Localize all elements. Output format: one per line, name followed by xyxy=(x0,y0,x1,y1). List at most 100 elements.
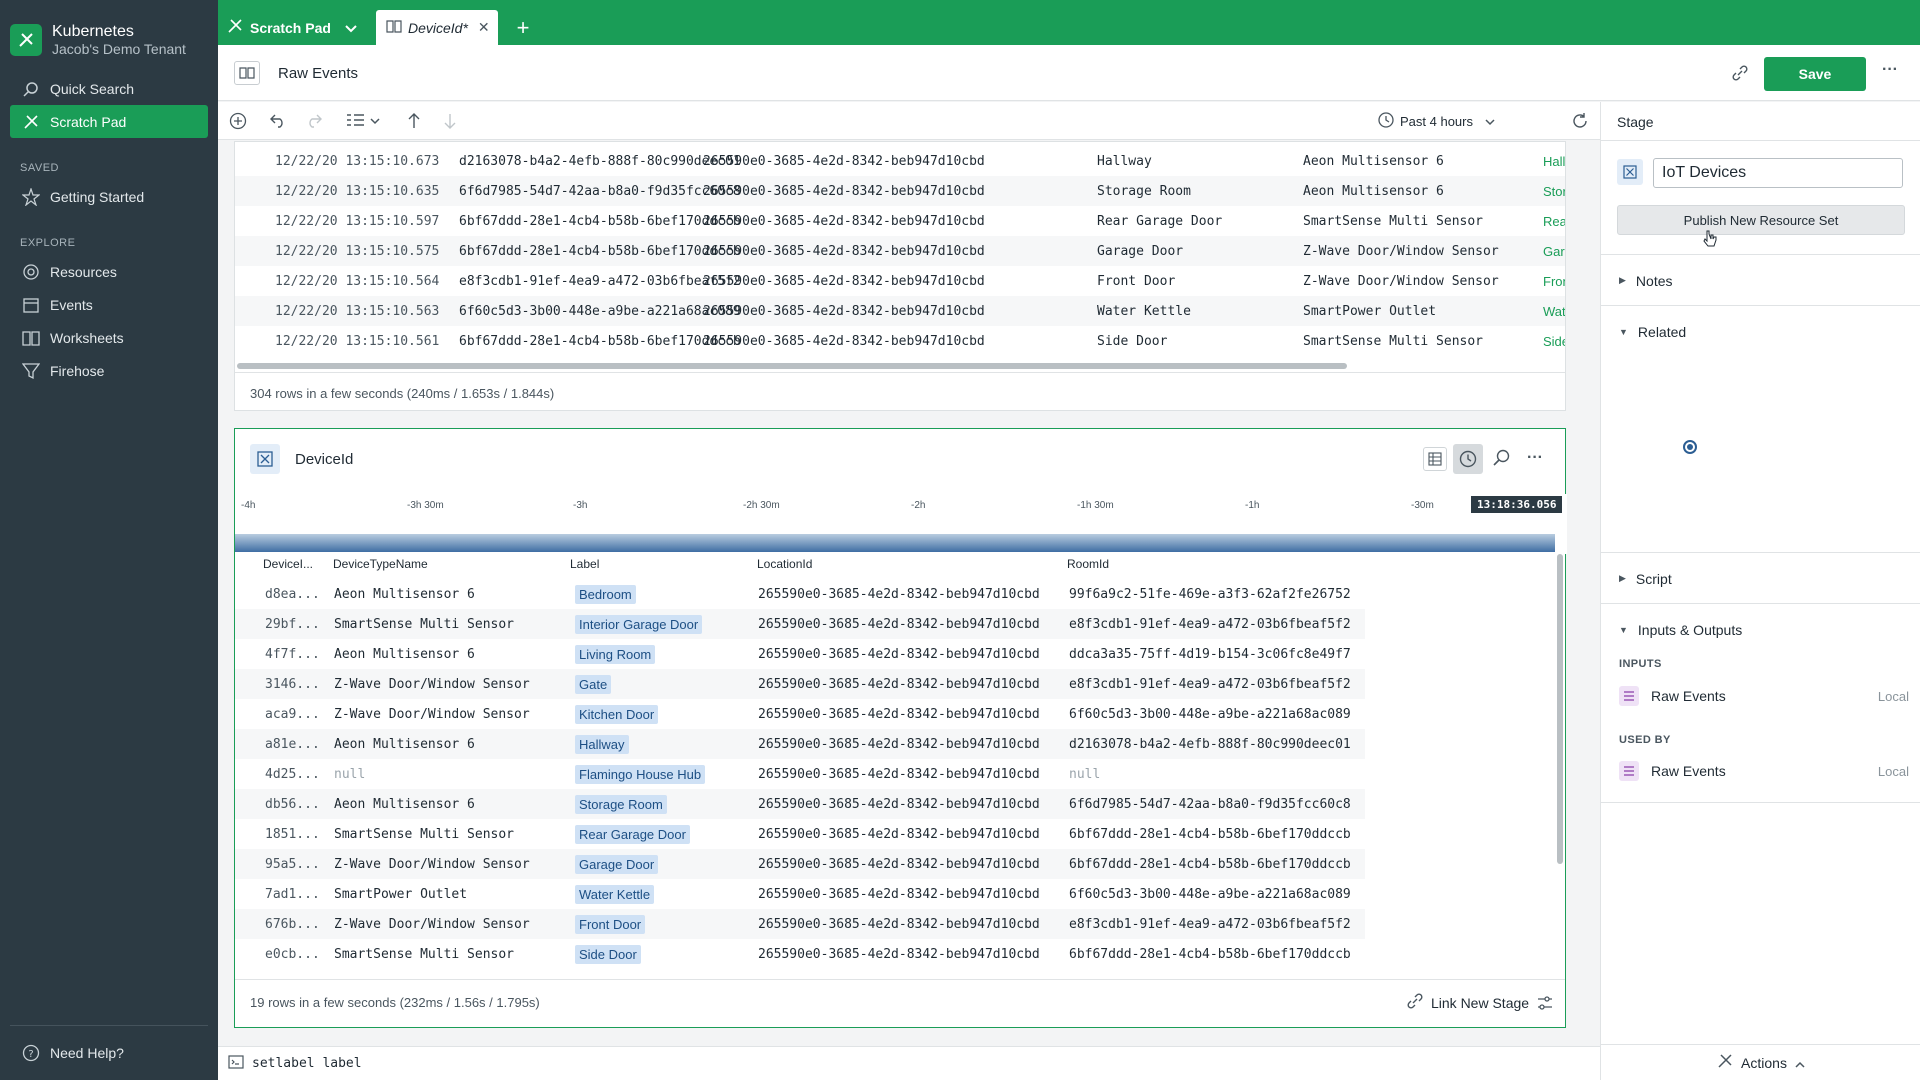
tab-deviceid[interactable]: DeviceId* ✕ xyxy=(376,10,498,45)
search-icon[interactable] xyxy=(1493,449,1511,470)
table-row[interactable]: 1851... SmartSense Multi Sensor Rear Garag… xyxy=(235,819,1365,849)
table-cell: Z-Wave Door/Window Sensor xyxy=(1303,273,1499,289)
actions-label: Actions xyxy=(1741,1054,1787,1071)
table-row[interactable]: 12/22/20 13:15:10.561 6bf67ddd-28e1-4cb4-… xyxy=(235,326,1565,356)
nav-quick-search[interactable]: Quick Search xyxy=(10,72,208,105)
table-cell: Storage Room xyxy=(1097,183,1191,199)
tab-scratch-pad[interactable]: Scratch Pad xyxy=(218,10,373,45)
script-section[interactable]: ▶ Script xyxy=(1601,552,1920,604)
chevron-down-icon xyxy=(1485,114,1495,129)
layout-menu-icon[interactable] xyxy=(344,111,384,131)
table-cell: e8f3cdb1-91ef-4ea9-a472-03b6fbeaf5f2 xyxy=(1069,916,1351,932)
table-row[interactable]: 676b... Z-Wave Door/Window Sensor Front Do… xyxy=(235,909,1365,939)
table-row[interactable]: 12/22/20 13:15:10.635 6f6d7985-54d7-42aa-… xyxy=(235,176,1565,206)
table-cell: 6bf67ddd-28e1-4cb4-b58b-6bef170ddccb xyxy=(1069,826,1351,842)
link-icon[interactable] xyxy=(1732,65,1748,84)
refresh-icon[interactable] xyxy=(1570,111,1590,131)
io-section[interactable]: ▼ Inputs & Outputs xyxy=(1601,603,1920,655)
table-row[interactable]: 3146... Z-Wave Door/Window Sensor Gate 2655… xyxy=(235,669,1365,699)
table-cell: 12/22/20 13:15:10.673 xyxy=(275,153,440,169)
table-cell: Aeon Multisensor 6 xyxy=(1303,183,1444,199)
close-icon[interactable]: ✕ xyxy=(478,19,490,36)
table-cell: Z-Wave Door/Window Sensor xyxy=(334,676,530,692)
table-cell: Z-Wave Door/Window Sensor xyxy=(334,856,530,872)
sliders-icon[interactable] xyxy=(1537,995,1553,1014)
undo-icon[interactable] xyxy=(268,111,288,131)
table-row[interactable]: d8ea... Aeon Multisensor 6 Bedroom 265590e0… xyxy=(235,579,1365,609)
table-cell: SmartSense Multi Sensor xyxy=(334,946,515,962)
link-icon xyxy=(1407,993,1423,1012)
table-row[interactable]: a81e... Aeon Multisensor 6 Hallway 265590e0… xyxy=(235,729,1365,759)
arrow-up-icon[interactable] xyxy=(404,111,424,131)
table-row[interactable]: 12/22/20 13:15:10.575 6bf67ddd-28e1-4cb4-… xyxy=(235,236,1565,266)
help-button[interactable]: ? Need Help? xyxy=(10,1036,208,1069)
nav-scratch-pad[interactable]: Scratch Pad xyxy=(10,105,208,138)
table-row[interactable]: 12/22/20 13:15:10.563 6f60c5d3-3b00-448e-… xyxy=(235,296,1565,326)
table-row[interactable]: 29bf... SmartSense Multi Sensor Interior G… xyxy=(235,609,1365,639)
vertical-scrollbar[interactable] xyxy=(1557,554,1563,864)
link-new-stage-button[interactable]: Link New Stage xyxy=(1407,993,1529,1012)
toolbar: Past 4 hours xyxy=(218,102,1600,140)
table-row[interactable]: 7ad1... SmartPower Outlet Water Kettle 2655… xyxy=(235,879,1365,909)
table-row[interactable]: 12/22/20 13:15:10.597 6bf67ddd-28e1-4cb4-… xyxy=(235,206,1565,236)
publish-resource-button[interactable]: Publish New Resource Set xyxy=(1617,205,1905,235)
input-item[interactable]: Raw Events Local xyxy=(1619,682,1909,710)
tab-deviceid-label: DeviceId* xyxy=(408,19,468,36)
horizontal-scrollbar[interactable] xyxy=(237,363,1347,369)
nav-resources[interactable]: Resources xyxy=(10,255,208,288)
chevron-down-icon[interactable] xyxy=(345,20,357,36)
table-cell: 6bf67ddd-28e1-4cb4-b58b-6bef170ddccb xyxy=(459,243,741,259)
nav-scratch-pad-label: Scratch Pad xyxy=(50,113,127,130)
table-cell: d8ea... xyxy=(265,586,320,602)
table-cell: 12/22/20 13:15:10.597 xyxy=(275,213,440,229)
save-button[interactable]: Save xyxy=(1764,57,1866,91)
used-by-item[interactable]: Raw Events Local xyxy=(1619,757,1909,785)
arrow-down-icon[interactable] xyxy=(440,111,460,131)
add-tab-button[interactable]: + xyxy=(508,10,538,45)
timeline-view-icon[interactable] xyxy=(1453,444,1483,474)
timeline-tick: -3h 30m xyxy=(407,500,444,511)
redo-icon[interactable] xyxy=(304,111,324,131)
col-roomid[interactable]: RoomId xyxy=(1067,557,1109,571)
table-row[interactable]: e0cb... SmartSense Multi Sensor Side Door 2… xyxy=(235,939,1365,969)
more-options-button[interactable]: ··· xyxy=(1882,61,1898,79)
histogram-timeline[interactable]: -4h -3h 30m -3h -2h 30m -2h -1h 30m -1h -30m 13… xyxy=(235,494,1567,554)
table-row[interactable]: 95a5... Z-Wave Door/Window Sensor Garage D… xyxy=(235,849,1365,879)
stage-panel: Stage Publish New Resource Set ▶ Notes ▼ R… xyxy=(1600,102,1920,1080)
nav-getting-started[interactable]: Getting Started xyxy=(10,180,208,213)
table-row[interactable]: 12/22/20 13:15:10.673 d2163078-b4a2-4efb-… xyxy=(235,146,1565,176)
table-cell: 265590e0-3685-4e2d-8342-beb947d10cbd xyxy=(758,736,1040,752)
col-deviceid[interactable]: DeviceI... xyxy=(263,557,313,571)
table-row[interactable]: db56... Aeon Multisensor 6 Storage Room 265… xyxy=(235,789,1365,819)
table-cell: Garag xyxy=(1543,243,1565,259)
nav-worksheets[interactable]: Worksheets xyxy=(10,321,208,354)
stage-more-button[interactable]: ··· xyxy=(1527,449,1543,467)
add-circle-icon[interactable] xyxy=(228,111,248,131)
time-range-picker[interactable]: Past 4 hours xyxy=(1378,112,1495,131)
table-row[interactable]: 4d25... null Flamingo House Hub 265590e0-36… xyxy=(235,759,1365,789)
table-row[interactable]: aca9... Z-Wave Door/Window Sensor Kitchen … xyxy=(235,699,1365,729)
table-cell: 12/22/20 13:15:10.561 xyxy=(275,333,440,349)
table-view-icon[interactable] xyxy=(1423,447,1447,471)
related-node-icon[interactable] xyxy=(1683,440,1697,454)
caret-down-icon: ▼ xyxy=(1619,624,1628,635)
table-cell: 265590e0-3685-4e2d-8342-beb947d10cbd xyxy=(758,826,1040,842)
table-cell: 265590e0-3685-4e2d-8342-beb947d10cbd xyxy=(758,586,1040,602)
nav-firehose[interactable]: Firehose xyxy=(10,354,208,387)
nav-events[interactable]: Events xyxy=(10,288,208,321)
command-console[interactable]: setlabel label xyxy=(218,1046,1600,1080)
table-cell: 265590e0-3685-4e2d-8342-beb947d10cbd xyxy=(758,916,1040,932)
brand[interactable]: Kubernetes Jacob's Demo Tenant xyxy=(0,0,218,62)
toggle-panel-icon[interactable] xyxy=(234,61,260,85)
related-section[interactable]: ▼ Related xyxy=(1601,305,1920,357)
col-devicetypename[interactable]: DeviceTypeName xyxy=(333,557,428,571)
notes-section[interactable]: ▶ Notes xyxy=(1601,254,1920,306)
table-row[interactable]: 12/22/20 13:15:10.564 e8f3cdb1-91ef-4ea9-… xyxy=(235,266,1565,296)
table-cell: 6bf67ddd-28e1-4cb4-b58b-6bef170ddccb xyxy=(459,213,741,229)
table-row[interactable]: 4f7f... Aeon Multisensor 6 Living Room 2655… xyxy=(235,639,1365,669)
actions-button[interactable]: Actions xyxy=(1601,1044,1920,1080)
col-label[interactable]: Label xyxy=(570,557,599,571)
stage-name-input[interactable] xyxy=(1653,158,1903,188)
timeline-tick: -4h xyxy=(241,500,256,511)
col-locationid[interactable]: LocationId xyxy=(757,557,812,571)
